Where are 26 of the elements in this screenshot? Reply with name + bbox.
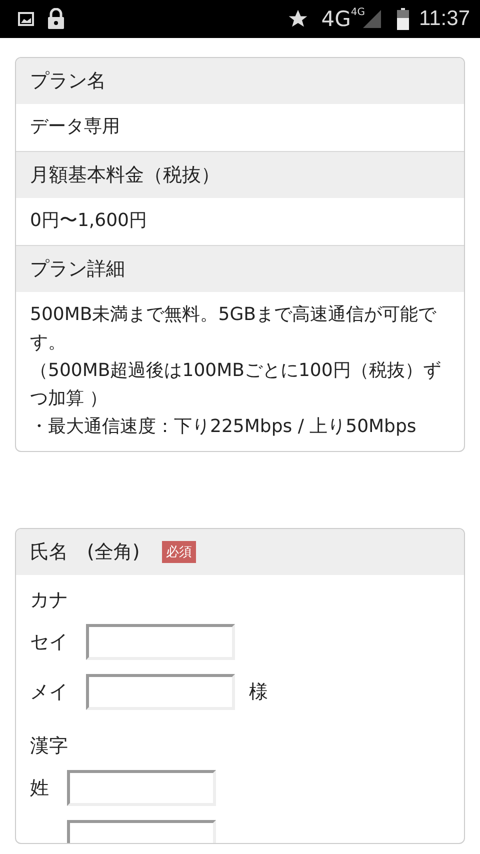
plan-text: 500MB未満まで無料。5GBまで高速通信が可能です。 bbox=[30, 303, 438, 355]
honorific-label: 様 bbox=[249, 680, 268, 705]
lock-icon bbox=[47, 8, 65, 30]
group-label: カナ bbox=[30, 588, 69, 613]
required-badge: 必須 bbox=[162, 541, 196, 563]
field-label: メイ bbox=[30, 680, 68, 705]
plan-text: 0円〜1,600円 bbox=[30, 209, 148, 233]
field-label: セイ bbox=[30, 630, 68, 655]
section-header: プラン詳細 bbox=[16, 245, 464, 292]
section-header: プラン名 bbox=[16, 58, 464, 104]
field-label: 姓 bbox=[30, 776, 49, 801]
group-label: 漢字 bbox=[30, 734, 69, 759]
battery-icon bbox=[397, 8, 409, 30]
clock: 11:37 bbox=[419, 7, 470, 31]
plan-text: ・最大通信速度：下り225Mbps / 上り50Mbps bbox=[30, 415, 418, 439]
plan-text: （500MB超過後は100MBごとに100円（税抜）ずつ加算 ） bbox=[30, 359, 442, 411]
image-icon bbox=[17, 10, 35, 28]
input-field[interactable] bbox=[86, 674, 235, 710]
section-header: 月額基本料金（税抜） bbox=[16, 151, 464, 198]
input-field[interactable] bbox=[67, 770, 216, 806]
plan-text: データ専用 bbox=[30, 115, 121, 139]
section-header: 氏名 (全角) bbox=[30, 540, 140, 565]
signal-icon bbox=[363, 10, 381, 28]
input-field[interactable] bbox=[86, 624, 235, 660]
network-label: 4G bbox=[321, 7, 351, 31]
network-label: 4G bbox=[350, 7, 365, 18]
